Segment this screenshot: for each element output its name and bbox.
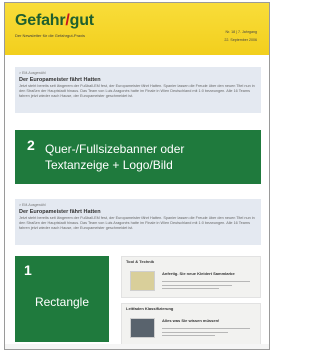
sidebar-text-lines [162,281,250,292]
issue-date: 22. September 2006 [224,38,257,42]
article-kicker: > EM-Ausgewähl [19,71,46,75]
sidebar-card-title: Leitfaden Klassifizierung [126,306,174,311]
banner-text: Quer-/Fullsizebanner oder Textanzeige + … [45,141,184,173]
article-headline[interactable]: Der Europameister fährt Hatten [19,77,257,83]
footer-strip [5,344,269,349]
product-thumbnail [130,271,155,291]
text-line [162,331,228,333]
text-line [162,281,250,283]
rectangle-label: Rectangle [34,295,90,309]
newsletter-preview: Gefahr/gut Der Newsletter für die Gefahr… [4,2,270,350]
newsletter-header: Gefahr/gut Der Newsletter für die Gefahr… [5,3,269,55]
sidebar-item-title: Anfertig. Sie neue Kleidert Sammlarbe [162,271,235,276]
issue-number: Nr. 18 | 7. Jahrgang [225,30,258,34]
sidebar-card-title: Tool & Technik [126,259,155,264]
article-block-2: > EM-Ausgewähl Der Europameister fährt H… [15,199,261,245]
issue-info: Nr. 18 | 7. Jahrgang 22. September 2006 [224,30,257,46]
text-line [162,288,220,290]
sidebar-card-1[interactable]: Tool & Technik Anfertig. Sie neue Kleide… [121,256,261,298]
logo-text-part1: Gefahr [15,12,66,29]
text-line [162,328,250,330]
banner-ad-placeholder[interactable]: 2 Quer-/Fullsizebanner oder Textanzeige … [15,130,261,184]
article-body: Jetzt steht bereits seit längerem der Fu… [19,84,255,98]
article-body: Jetzt steht bereits seit längerem der Fu… [19,216,255,230]
article-headline[interactable]: Der Europameister fährt Hatten [19,209,257,215]
gefahrgut-logo: Gefahr/gut [15,12,94,30]
rectangle-slot-number: 1 [24,262,32,278]
rectangle-ad-placeholder[interactable]: 1 Rectangle [15,256,109,342]
article-kicker: > EM-Ausgewähl [19,203,46,207]
sidebar-text-lines [162,328,250,339]
banner-slot-number: 2 [27,137,35,153]
banner-line-2: Textanzeige + Logo/Bild [45,158,173,172]
text-line [162,335,215,337]
book-cover-thumbnail [130,318,155,338]
newsletter-tagline: Der Newsletter für die Gefahrgut-Praxis [15,33,86,38]
sidebar-card-2[interactable]: Leitfaden Klassifizierung Alles was Sie … [121,303,261,345]
logo-text-part2: gut [69,12,94,29]
banner-line-1: Quer-/Fullsizebanner oder [45,142,185,156]
article-block-1: > EM-Ausgewähl Der Europameister fährt H… [15,67,261,113]
sidebar-item-title: Alles was Sie wissen müssen! [162,318,220,323]
text-line [162,284,233,286]
